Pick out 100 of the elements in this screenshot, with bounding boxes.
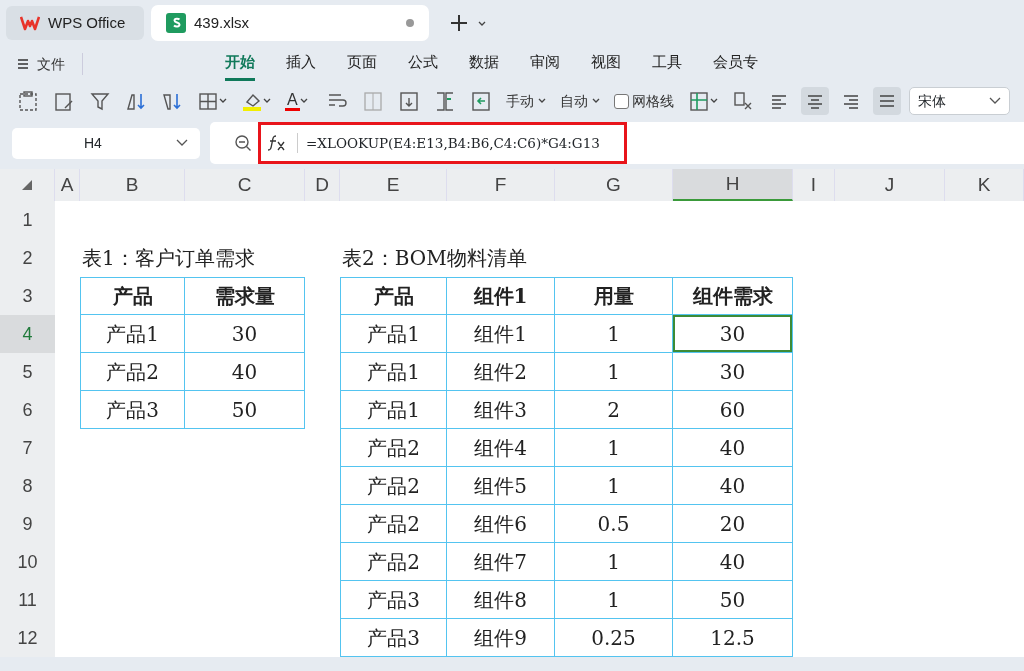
table-cell: 组件1 (447, 315, 555, 353)
row-header[interactable]: 4 (0, 315, 55, 353)
logo-icon (20, 15, 40, 31)
row-header[interactable]: 6 (0, 391, 55, 429)
column-header[interactable]: J (835, 169, 945, 201)
chevron-down-icon (989, 97, 1001, 105)
row-header[interactable]: 8 (0, 467, 55, 505)
font-color-button[interactable]: A (282, 88, 311, 114)
table-cell: 1 (555, 467, 673, 505)
caret-icon (219, 98, 227, 104)
table-cell: 组件9 (447, 619, 555, 657)
app-tab[interactable]: WPS Office (6, 6, 144, 40)
table-cell: 1 (555, 581, 673, 619)
column-heading: 产品 (340, 277, 447, 315)
table-cell: 组件7 (447, 543, 555, 581)
table-cell: 组件2 (447, 353, 555, 391)
select-all-corner[interactable] (0, 169, 55, 201)
function-icon[interactable] (267, 134, 287, 152)
row-height-dropdown[interactable]: 手动 (502, 87, 549, 115)
column-heading: 需求量 (185, 277, 305, 315)
row-header[interactable]: 10 (0, 543, 55, 581)
insert-row-icon (397, 90, 420, 112)
ribbon-tab[interactable]: 数据 (469, 47, 499, 81)
table-cell: 40 (673, 467, 793, 505)
name-box[interactable]: H4 (12, 127, 200, 159)
table-cell: 产品3 (340, 581, 447, 619)
spreadsheet-icon (166, 13, 186, 33)
table-cell: 产品2 (340, 505, 447, 543)
merge-cells-icon (361, 90, 384, 112)
caret-icon (537, 98, 546, 104)
column-header[interactable]: D (305, 169, 340, 201)
column-heading: 用量 (555, 277, 673, 315)
table-cell: 40 (185, 353, 305, 391)
font-dropdown[interactable]: 宋体 (908, 87, 1010, 115)
column-header[interactable]: E (340, 169, 447, 201)
ribbon-tab[interactable]: 工具 (652, 47, 682, 81)
table-cell: 12.5 (673, 619, 793, 657)
row-header[interactable]: 7 (0, 429, 55, 467)
table-cell: 产品1 (340, 353, 447, 391)
row-header[interactable]: 2 (0, 239, 55, 277)
column-header[interactable]: K (945, 169, 1024, 201)
ribbon-tab[interactable]: 视图 (591, 47, 621, 81)
clear-format-icon (731, 90, 754, 112)
formula-text: =XLOOKUP(E4:E13,B4:B6,C4:C6)*G4:G13 (297, 132, 600, 154)
column-heading: 组件1 (447, 277, 555, 315)
column-header[interactable]: I (793, 169, 835, 201)
table-cell: 1 (555, 543, 673, 581)
column-header[interactable]: B (80, 169, 185, 201)
ribbon-tab[interactable]: 开始 (225, 47, 255, 81)
column-header[interactable]: A (55, 169, 80, 201)
column-header[interactable]: G (555, 169, 673, 201)
ribbon-tab[interactable]: 会员专 (713, 47, 758, 81)
triangle-icon (22, 180, 32, 190)
table-cell: 产品3 (340, 619, 447, 657)
unsaved-dot (406, 19, 414, 27)
row-header[interactable]: 12 (0, 619, 55, 657)
freeze-panes-icon (687, 90, 710, 112)
table-cell: 组件3 (447, 391, 555, 429)
table-cell: 产品2 (340, 543, 447, 581)
table-cell: 产品1 (340, 315, 447, 353)
caret-icon (591, 98, 600, 104)
gridlines-checkbox[interactable]: 网格线 (610, 87, 677, 115)
file-menu-button[interactable]: 文件 (14, 50, 68, 78)
ribbon-tab[interactable]: 审阅 (530, 47, 560, 81)
ribbon-tab[interactable]: 插入 (286, 47, 316, 81)
ribbon-tab[interactable]: 公式 (408, 47, 438, 81)
column-header[interactable]: F (447, 169, 555, 201)
table-cell: 1 (555, 429, 673, 467)
table-cell: 产品1 (340, 391, 447, 429)
row-header[interactable]: 11 (0, 581, 55, 619)
table-cell: 30 (673, 315, 793, 353)
borders-icon (197, 90, 219, 112)
row-header[interactable]: 1 (0, 201, 55, 239)
column-header[interactable]: C (185, 169, 305, 201)
checkbox[interactable] (613, 93, 629, 109)
table-cell: 产品3 (80, 391, 185, 429)
table-cell: 30 (673, 353, 793, 391)
table-cell: 30 (185, 315, 305, 353)
table-cell: 1 (555, 353, 673, 391)
add-tab-icon[interactable] (450, 14, 468, 32)
column-width-dropdown[interactable]: 自动 (556, 87, 603, 115)
table-cell: 产品2 (340, 467, 447, 505)
ribbon-tab[interactable]: 页面 (347, 47, 377, 81)
app-tab[interactable]: 439.xlsx (152, 6, 428, 40)
caret-icon (263, 98, 271, 104)
zoom-icon[interactable] (234, 134, 252, 152)
caret-icon[interactable] (478, 21, 486, 27)
formula-field[interactable]: =XLOOKUP(E4:E13,B4:B6,C4:C6)*G4:G13 (210, 122, 1024, 164)
column-heading: 组件需求 (673, 277, 793, 315)
column-header[interactable]: H (673, 169, 793, 201)
row-header[interactable]: 9 (0, 505, 55, 543)
row-header[interactable]: 5 (0, 353, 55, 391)
table-cell: 产品2 (80, 353, 185, 391)
distributed-button[interactable] (872, 87, 901, 115)
paste-values-icon (17, 90, 39, 112)
table-cell: 产品1 (80, 315, 185, 353)
table-cell: 60 (673, 391, 793, 429)
align-center-button[interactable] (800, 87, 829, 115)
table-cell: 组件4 (447, 429, 555, 467)
row-header[interactable]: 3 (0, 277, 55, 315)
